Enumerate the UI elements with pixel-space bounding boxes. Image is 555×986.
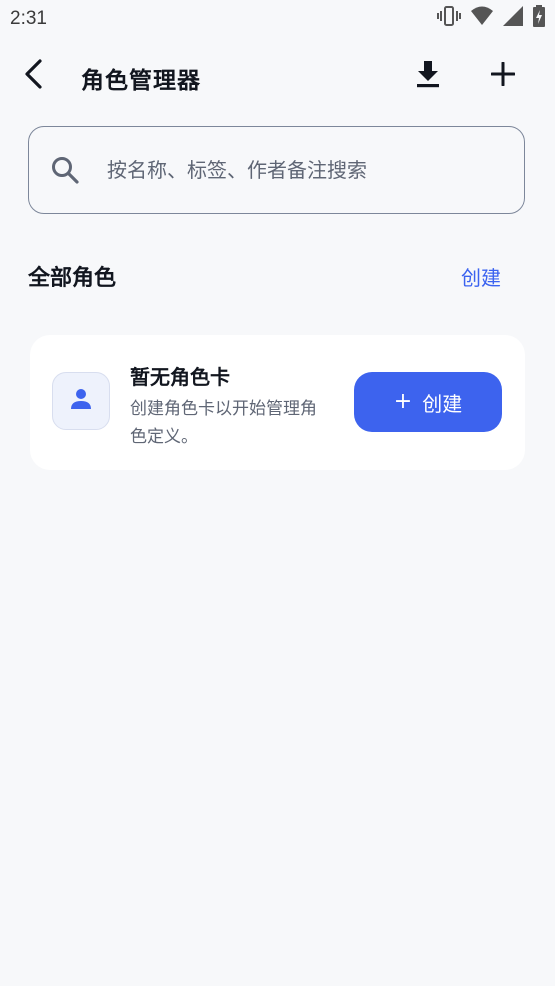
person-icon xyxy=(70,388,92,414)
back-arrow-icon xyxy=(23,59,45,93)
create-button-label: 创建 xyxy=(422,391,463,416)
back-button[interactable] xyxy=(14,56,54,96)
empty-state-title: 暂无角色卡 xyxy=(130,365,230,389)
avatar xyxy=(52,372,110,430)
import-button[interactable] xyxy=(408,56,448,96)
create-character-button[interactable]: + 创建 xyxy=(354,372,502,432)
section-create-link[interactable]: 创建 xyxy=(461,262,501,291)
empty-state-card: 暂无角色卡 创建角色卡以开始管理角色定义。 + 创建 xyxy=(30,335,525,470)
plus-icon: + xyxy=(393,389,413,414)
battery-charging-icon xyxy=(533,5,545,31)
status-icons xyxy=(437,5,545,31)
signal-icon xyxy=(503,6,523,30)
page-title: 角色管理器 xyxy=(81,68,201,94)
empty-state-description: 创建角色卡以开始管理角色定义。 xyxy=(130,399,317,447)
wifi-icon xyxy=(471,6,493,30)
download-icon xyxy=(415,60,441,92)
status-time: 2:31 xyxy=(10,8,47,29)
plus-icon xyxy=(490,61,516,90)
status-bar: 2:31 xyxy=(0,0,555,38)
search-box[interactable] xyxy=(28,126,525,214)
section-title: 全部角色 xyxy=(28,266,117,291)
app-bar: 角色管理器 xyxy=(0,48,555,104)
vibrate-icon xyxy=(437,5,461,31)
search-input[interactable] xyxy=(107,153,497,187)
add-button[interactable] xyxy=(483,56,523,96)
search-icon xyxy=(51,156,79,184)
